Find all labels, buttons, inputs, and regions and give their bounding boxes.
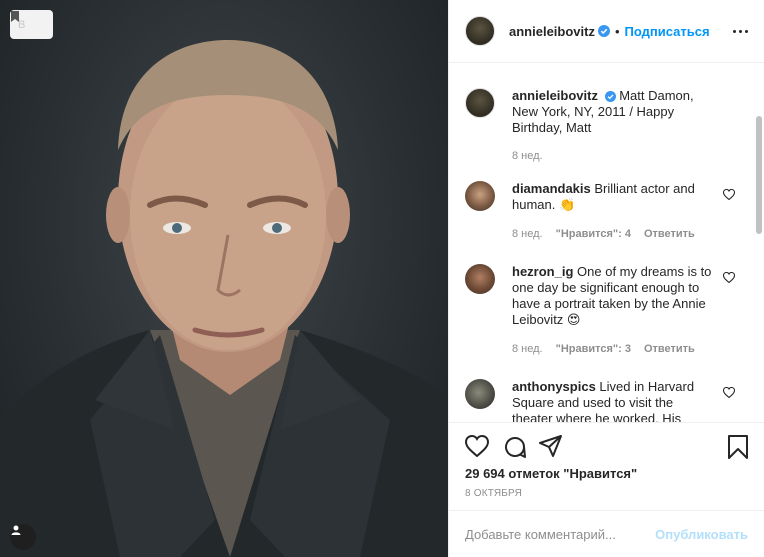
action-bar [449,422,764,462]
follow-button[interactable]: Подписаться [625,24,710,39]
heart-icon[interactable] [723,272,735,283]
comment-username[interactable]: hezron_ig [512,264,573,279]
scrollbar-thumb[interactable] [756,116,762,234]
heart-icon[interactable] [723,387,735,398]
post-date[interactable]: 8 ОКТЯБРЯ [465,488,522,499]
caption-body: annieleibovitz Matt Damon, New York, NY,… [512,88,712,164]
post-panel: annieleibovitz • Подписаться annieleibov… [448,0,764,557]
add-comment-section: Опубликовать [449,510,764,557]
publish-button[interactable]: Опубликовать [655,527,748,542]
comment-body: anthonyspics Lived in Harvard Square and… [512,379,712,422]
comment-likes[interactable]: "Нравится": 4 [556,226,631,242]
caption: annieleibovitz Matt Damon, New York, NY,… [465,88,739,164]
user-tag-button[interactable] [10,524,36,550]
caption-username[interactable]: annieleibovitz [512,88,598,103]
comments-scrollbar[interactable] [756,64,762,422]
comment-avatar[interactable] [465,264,495,294]
author-avatar[interactable] [465,16,495,46]
post-header: annieleibovitz • Подписаться [449,0,764,63]
heart-icon[interactable] [465,435,489,457]
comment-username[interactable]: anthonyspics [512,379,596,394]
comment-avatar[interactable] [465,379,495,409]
portrait-image [0,40,448,557]
reply-button[interactable]: Ответить [644,341,695,357]
comment-likes[interactable]: "Нравится": 3 [556,341,631,357]
caption-avatar[interactable] [465,88,495,118]
comment-icon[interactable] [503,435,527,459]
comment-time[interactable]: 8 нед. [512,341,543,357]
author-username[interactable]: annieleibovitz [509,24,595,39]
more-icon[interactable] [733,29,748,33]
save-icon[interactable] [728,435,748,459]
comments-list[interactable]: annieleibovitz Matt Damon, New York, NY,… [449,64,755,422]
user-tag-icon [11,525,21,535]
comment-item: diamandakis Brilliant actor and human. 👏… [465,181,739,242]
caption-time[interactable]: 8 нед. [512,148,543,164]
separator-dot: • [614,23,620,39]
heart-icon[interactable] [723,189,735,200]
comment-username[interactable]: diamandakis [512,181,591,196]
post-photo[interactable]: B [0,0,448,557]
share-icon[interactable] [539,435,563,457]
save-to-pinterest-button[interactable]: B [10,10,53,39]
bookmark-icon [11,11,19,22]
likes-count[interactable]: 29 694 отметок "Нравится" [465,466,637,481]
comment-body: hezron_ig One of my dreams is to one day… [512,264,712,357]
comment-item: anthonyspics Lived in Harvard Square and… [465,379,739,422]
comment-avatar[interactable] [465,181,495,211]
verified-icon [604,91,616,102]
post-modal: B annieleibovitz • Подписаться annieleib… [0,0,764,557]
comment-body: diamandakis Brilliant actor and human. 👏… [512,181,712,242]
verified-icon [597,25,610,37]
comment-input[interactable] [465,526,656,542]
comment-time[interactable]: 8 нед. [512,226,543,242]
comment-item: hezron_ig One of my dreams is to one day… [465,264,739,357]
reply-button[interactable]: Ответить [644,226,695,242]
